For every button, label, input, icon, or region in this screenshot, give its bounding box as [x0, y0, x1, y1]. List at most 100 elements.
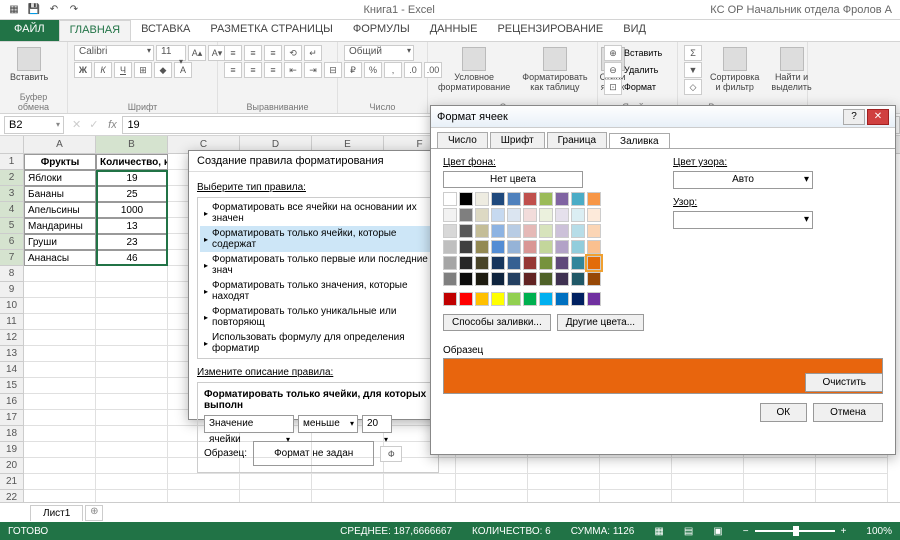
row-header[interactable]: 10 [0, 298, 24, 314]
enter-formula-icon[interactable]: ✓ [85, 118, 102, 131]
tab-number[interactable]: Число [437, 132, 488, 148]
view-normal-icon[interactable]: ▦ [654, 526, 663, 537]
cell[interactable] [96, 442, 168, 458]
zoom-in-icon[interactable]: + [841, 526, 847, 537]
tab-data[interactable]: ДАННЫЕ [420, 20, 488, 41]
color-swatch[interactable] [571, 208, 585, 222]
tab-font[interactable]: Шрифт [490, 132, 545, 148]
color-swatch[interactable] [587, 192, 601, 206]
cell[interactable] [816, 474, 888, 490]
format-table-button[interactable]: Форматировать как таблицу [518, 45, 591, 95]
fx-icon[interactable]: fx [102, 119, 122, 131]
color-swatch[interactable] [539, 240, 553, 254]
row-header[interactable]: 13 [0, 346, 24, 362]
cell[interactable] [96, 346, 168, 362]
cell[interactable]: Количество, кг [96, 154, 168, 170]
rule-type-item[interactable]: Форматировать только уникальные или повт… [200, 304, 436, 330]
color-swatch[interactable] [475, 272, 489, 286]
file-tab[interactable]: ФАЙЛ [0, 20, 59, 41]
color-swatch[interactable] [539, 272, 553, 286]
cell[interactable]: 23 [96, 234, 168, 250]
cell[interactable]: Бананы [24, 186, 96, 202]
grow-font-icon[interactable]: A▴ [188, 45, 206, 61]
select-all-corner[interactable] [0, 136, 24, 153]
color-swatch[interactable] [507, 240, 521, 254]
tab-fill[interactable]: Заливка [609, 133, 670, 149]
ok-button[interactable]: ОК [760, 403, 808, 422]
rule-type-item[interactable]: Форматировать только значения, которые н… [200, 278, 436, 304]
color-swatch[interactable] [539, 192, 553, 206]
cell[interactable]: Яблоки [24, 170, 96, 186]
color-swatch[interactable] [491, 240, 505, 254]
cell[interactable] [24, 298, 96, 314]
color-swatch[interactable] [459, 272, 473, 286]
row-header[interactable]: 6 [0, 234, 24, 250]
rule-operator-dropdown[interactable]: меньше [298, 415, 358, 433]
cell[interactable] [24, 394, 96, 410]
color-swatch[interactable] [507, 272, 521, 286]
pattern-dropdown[interactable] [673, 211, 813, 229]
cell[interactable] [24, 330, 96, 346]
align-left-icon[interactable]: ≡ [224, 62, 242, 78]
close-button[interactable]: ✕ [867, 109, 889, 125]
color-swatch[interactable] [459, 256, 473, 270]
redo-icon[interactable]: ↷ [66, 2, 82, 18]
color-swatch[interactable] [491, 292, 505, 306]
clear-button[interactable]: Очистить [805, 373, 883, 392]
row-header[interactable]: 14 [0, 362, 24, 378]
cell[interactable] [24, 458, 96, 474]
cell[interactable]: 13 [96, 218, 168, 234]
align-top-icon[interactable]: ≡ [224, 45, 242, 61]
color-swatch[interactable] [571, 224, 585, 238]
color-swatch[interactable] [523, 240, 537, 254]
cell[interactable] [24, 442, 96, 458]
color-swatch[interactable] [523, 224, 537, 238]
tab-layout[interactable]: РАЗМЕТКА СТРАНИЦЫ [200, 20, 342, 41]
color-swatch[interactable] [491, 224, 505, 238]
color-swatch[interactable] [475, 256, 489, 270]
cancel-formula-icon[interactable]: ✕ [68, 118, 85, 131]
cell[interactable]: Апельсины [24, 202, 96, 218]
cell[interactable] [24, 266, 96, 282]
color-swatch[interactable] [555, 256, 569, 270]
cell[interactable] [24, 362, 96, 378]
cell[interactable] [24, 426, 96, 442]
fill-effects-button[interactable]: Способы заливки... [443, 314, 551, 331]
cell[interactable]: 19 [96, 170, 168, 186]
sort-filter-button[interactable]: Сортировка и фильтр [706, 45, 763, 95]
tab-insert[interactable]: ВСТАВКА [131, 20, 200, 41]
percent-icon[interactable]: % [364, 62, 382, 78]
color-swatch[interactable] [587, 292, 601, 306]
color-swatch[interactable] [507, 292, 521, 306]
color-swatch[interactable] [539, 256, 553, 270]
row-header[interactable]: 5 [0, 218, 24, 234]
row-header[interactable]: 17 [0, 410, 24, 426]
no-fill-button[interactable]: Нет цвета [443, 171, 583, 188]
more-colors-button[interactable]: Другие цвета... [557, 314, 644, 331]
cell[interactable] [528, 474, 600, 490]
cell[interactable]: 46 [96, 250, 168, 266]
indent-dec-icon[interactable]: ⇤ [284, 62, 302, 78]
color-swatch[interactable] [491, 208, 505, 222]
cell[interactable] [744, 474, 816, 490]
row-header[interactable]: 9 [0, 282, 24, 298]
color-swatch[interactable] [459, 292, 473, 306]
color-swatch[interactable] [555, 272, 569, 286]
color-swatch[interactable] [475, 208, 489, 222]
paste-button[interactable]: Вставить [6, 45, 52, 85]
delete-cells-button[interactable]: ⊖Удалить [604, 62, 662, 78]
color-swatch[interactable] [571, 240, 585, 254]
border-button[interactable]: ⊞ [134, 62, 152, 78]
view-layout-icon[interactable]: ▤ [684, 526, 693, 537]
color-swatch[interactable] [587, 240, 601, 254]
rule-type-item[interactable]: Форматировать только первые или последни… [200, 252, 436, 278]
color-swatch[interactable] [555, 192, 569, 206]
color-swatch[interactable] [555, 224, 569, 238]
italic-button[interactable]: К [94, 62, 112, 78]
cell[interactable] [24, 282, 96, 298]
orient-icon[interactable]: ⟲ [284, 45, 302, 61]
cell[interactable] [96, 474, 168, 490]
align-bot-icon[interactable]: ≡ [264, 45, 282, 61]
tab-formulas[interactable]: ФОРМУЛЫ [343, 20, 420, 41]
rule-value-input[interactable]: 20 [362, 415, 392, 433]
